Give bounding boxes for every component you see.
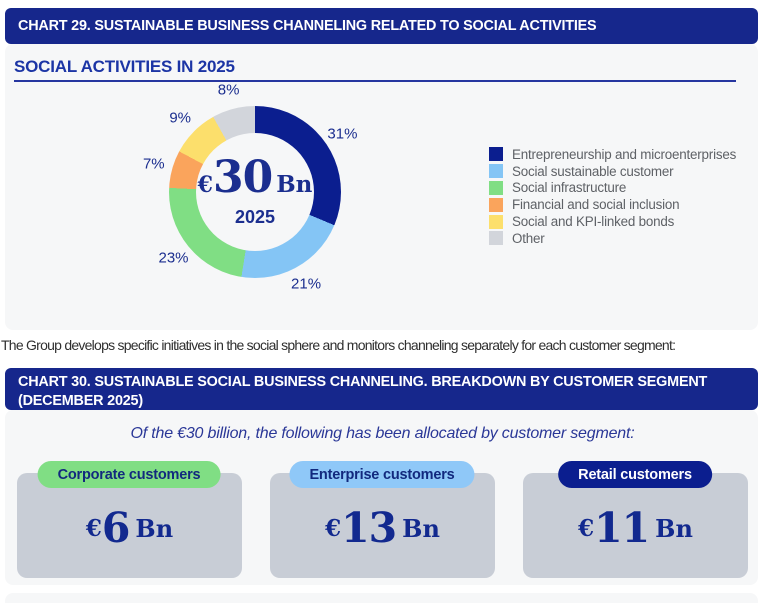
chart30-header-bar: CHART 30. SUSTAINABLE SOCIAL BUSINESS CH… — [5, 368, 758, 410]
donut-center-value: €30Bn — [198, 158, 313, 208]
next-section-strip — [5, 593, 758, 603]
legend-swatch-icon — [489, 181, 503, 195]
pill-retail-customers: Retail customers — [558, 461, 712, 488]
legend-swatch-icon — [489, 147, 503, 161]
legend-swatch-icon — [489, 164, 503, 178]
currency-symbol: € — [578, 515, 594, 542]
currency-symbol: € — [86, 515, 102, 542]
donut-center-year: 2025 — [235, 208, 275, 226]
pill-label: Retail customers — [578, 467, 692, 483]
donut-center-currency: € — [198, 172, 213, 198]
donut-percentage-label: 9% — [169, 110, 191, 127]
legend-label: Social infrastructure — [512, 180, 626, 195]
value-retail-customers: €11Bn — [523, 497, 748, 559]
legend-label: Entrepreneurship and microenterprises — [512, 147, 736, 162]
legend-item: Social sustainable customer — [489, 163, 736, 180]
legend-swatch-icon — [489, 231, 503, 245]
body-paragraph: The Group develops specific initiatives … — [1, 337, 765, 353]
legend-item: Social and KPI-linked bonds — [489, 213, 736, 230]
donut-percentage-label: 23% — [158, 250, 188, 267]
donut-center-number: 30 — [213, 152, 272, 203]
pill-corporate-customers: Corporate customers — [38, 461, 221, 488]
donut-center: €30Bn 2025 — [196, 133, 314, 251]
donut-percentage-label: 7% — [143, 156, 165, 173]
legend-label: Other — [512, 231, 545, 246]
donut-percentage-label: 21% — [291, 275, 321, 292]
value-number: 11 — [594, 504, 649, 552]
legend-item: Financial and social inclusion — [489, 196, 736, 213]
value-number: 6 — [102, 504, 130, 552]
chart30-header-text: CHART 30. SUSTAINABLE SOCIAL BUSINESS CH… — [18, 373, 744, 410]
legend-label: Social sustainable customer — [512, 164, 673, 179]
pill-enterprise-customers: Enterprise customers — [289, 461, 474, 488]
value-unit: Bn — [135, 514, 173, 543]
value-unit: Bn — [655, 514, 693, 543]
currency-symbol: € — [325, 515, 341, 542]
pill-label: Enterprise customers — [309, 467, 454, 483]
legend-item: Social infrastructure — [489, 180, 736, 197]
legend-label: Financial and social inclusion — [512, 197, 679, 212]
donut-chart: €30Bn 2025 31% 21% 23% 7% 9% 8% — [127, 64, 383, 320]
legend-swatch-icon — [489, 198, 503, 212]
legend-swatch-icon — [489, 215, 503, 229]
report-page: CHART 29. SUSTAINABLE BUSINESS CHANNELIN… — [0, 0, 765, 603]
value-number: 13 — [341, 504, 396, 552]
donut-percentage-label: 31% — [327, 125, 357, 142]
legend-item: Other — [489, 230, 736, 247]
legend-label: Social and KPI-linked bonds — [512, 214, 674, 229]
pill-label: Corporate customers — [58, 467, 201, 483]
value-enterprise-customers: €13Bn — [270, 497, 495, 559]
chart29-header-text: CHART 29. SUSTAINABLE BUSINESS CHANNELIN… — [18, 17, 596, 36]
donut-center-unit: Bn — [276, 171, 312, 198]
legend-item: Entrepreneurship and microenterprises — [489, 146, 736, 163]
value-unit: Bn — [402, 514, 440, 543]
donut-percentage-label: 8% — [218, 82, 240, 99]
donut-legend: Entrepreneurship and microenterprises So… — [489, 146, 736, 247]
chart29-header-bar: CHART 29. SUSTAINABLE BUSINESS CHANNELIN… — [5, 8, 758, 44]
chart30-subtitle: Of the €30 billion, the following has be… — [0, 425, 765, 443]
value-corporate-customers: €6Bn — [17, 497, 242, 559]
